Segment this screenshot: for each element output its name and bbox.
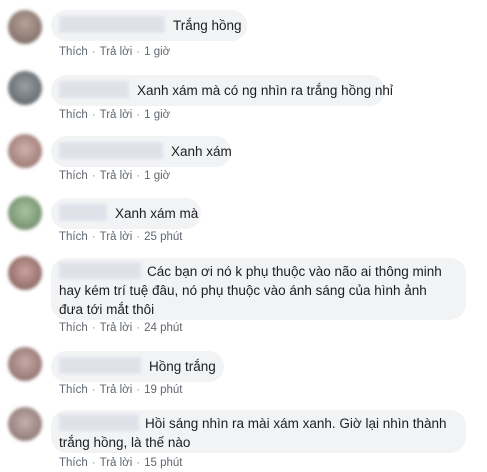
reply-link[interactable]: Trả lời — [100, 46, 133, 58]
comment-text: Xanh xám mà có ng nhìn ra trắng hồng nhỉ — [137, 83, 393, 98]
comment-time[interactable]: 19 phút — [144, 384, 182, 396]
commenter-name[interactable] — [59, 357, 141, 374]
like-link[interactable]: Thích — [59, 46, 88, 58]
comment-bubble: Xanh xám mà — [51, 198, 201, 229]
commenter-avatar[interactable] — [8, 347, 42, 381]
separator: · — [136, 46, 141, 58]
comment-time[interactable]: 15 phút — [144, 457, 182, 469]
comment-actions: Thích · Trả lời · 25 phút — [59, 231, 183, 243]
comment-bubble: Hồng trắng — [51, 351, 224, 382]
separator: · — [91, 322, 96, 334]
commenter-avatar[interactable] — [8, 10, 42, 44]
reply-link[interactable]: Trả lời — [100, 109, 133, 121]
reply-link[interactable]: Trả lời — [100, 457, 133, 469]
commenter-avatar[interactable] — [8, 256, 42, 290]
comment-actions: Thích · Trả lời · 1 giờ — [59, 170, 170, 182]
commenter-avatar[interactable] — [8, 407, 42, 441]
separator: · — [91, 457, 96, 469]
comment-time[interactable]: 25 phút — [144, 231, 182, 243]
commenter-name[interactable] — [59, 262, 141, 279]
comment-actions: Thích · Trả lời · 1 giờ — [59, 109, 170, 121]
comment-actions: Thích · Trả lời · 24 phút — [59, 322, 183, 334]
comment-bubble: Hồi sáng nhìn ra mài xám xanh. Giờ lại n… — [51, 410, 466, 453]
like-link[interactable]: Thích — [59, 322, 88, 334]
comment-text: Xanh xám — [171, 144, 232, 159]
like-link[interactable]: Thích — [59, 384, 88, 396]
separator: · — [91, 231, 96, 243]
comment-bubble: Các bạn ơi nó k phụ thuộc vào não ai thô… — [51, 258, 466, 320]
reply-link[interactable]: Trả lời — [100, 322, 133, 334]
comment-text: Xanh xám mà — [115, 206, 199, 221]
separator: · — [136, 322, 141, 334]
reply-link[interactable]: Trả lời — [100, 170, 133, 182]
separator: · — [91, 170, 96, 182]
comment-bubble: Xanh xám — [51, 136, 232, 167]
separator: · — [91, 46, 96, 58]
comment-time[interactable]: 1 giờ — [144, 170, 170, 182]
separator: · — [136, 231, 141, 243]
comment-time[interactable]: 1 giờ — [144, 109, 170, 121]
separator: · — [136, 109, 141, 121]
reply-link[interactable]: Trả lời — [100, 231, 133, 243]
separator: · — [136, 384, 141, 396]
commenter-name[interactable] — [59, 142, 163, 159]
separator: · — [136, 457, 141, 469]
commenter-name[interactable] — [59, 204, 107, 221]
comment-bubble: Xanh xám mà có ng nhìn ra trắng hồng nhỉ — [51, 75, 393, 106]
comment-time[interactable]: 24 phút — [144, 322, 182, 334]
commenter-name[interactable] — [59, 414, 139, 431]
separator: · — [91, 109, 96, 121]
comment-text: Hồng trắng — [149, 359, 216, 374]
comment-bubble: Trắng hồng — [51, 10, 247, 41]
separator: · — [91, 384, 96, 396]
like-link[interactable]: Thích — [59, 109, 88, 121]
commenter-avatar[interactable] — [8, 134, 42, 168]
comment-actions: Thích · Trả lời · 1 giờ — [59, 46, 170, 58]
comment-actions: Thích · Trả lời · 15 phút — [59, 457, 183, 469]
comment-time[interactable]: 1 giờ — [144, 46, 170, 58]
like-link[interactable]: Thích — [59, 170, 88, 182]
reply-link[interactable]: Trả lời — [100, 384, 133, 396]
like-link[interactable]: Thích — [59, 231, 88, 243]
commenter-avatar[interactable] — [8, 196, 42, 230]
like-link[interactable]: Thích — [59, 457, 88, 469]
comment-actions: Thích · Trả lời · 19 phút — [59, 384, 183, 396]
commenter-avatar[interactable] — [8, 71, 42, 105]
comment-text: Trắng hồng — [173, 18, 242, 33]
separator: · — [136, 170, 141, 182]
commenter-name[interactable] — [59, 81, 129, 98]
commenter-name[interactable] — [59, 16, 165, 33]
